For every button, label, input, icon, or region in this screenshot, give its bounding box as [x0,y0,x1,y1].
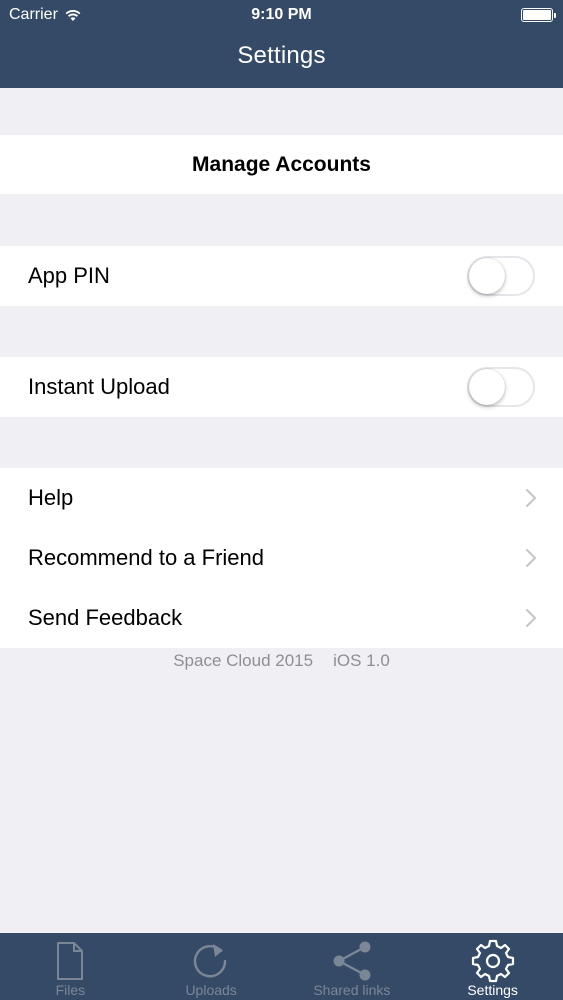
menu-item-label: Help [28,485,74,510]
battery-level [523,10,551,20]
tab-uploads[interactable]: Uploads [141,933,282,1000]
refresh-icon [191,939,231,983]
menu-item-recommend[interactable]: Recommend to a Friend [0,528,563,588]
chevron-right-icon [525,608,537,634]
menu-item-label: Recommend to a Friend [28,545,264,570]
tab-shared-links[interactable]: Shared links [282,933,423,1000]
app-pin-toggle[interactable] [467,256,535,296]
support-menu: Help Recommend to a Friend Send Feedback [0,468,563,648]
page-title: Settings [237,42,326,69]
manage-accounts-button[interactable]: Manage Accounts [0,135,563,194]
app-version: iOS 1.0 [333,651,390,670]
app-pin-label: App PIN [28,263,110,288]
tab-label: Shared links [313,982,391,998]
share-icon [330,939,374,983]
instant-upload-label: Instant Upload [28,374,170,399]
file-icon [55,939,85,983]
instant-upload-toggle[interactable] [467,367,535,407]
app-pin-row: App PIN [0,246,563,306]
status-bar: Carrier 9:10 PM [0,0,563,30]
menu-item-label: Send Feedback [28,605,183,630]
instant-upload-row: Instant Upload [0,357,563,417]
tab-label: Files [55,982,86,998]
toggle-knob [469,369,505,405]
app-copyright: Space Cloud 2015 [173,651,314,670]
menu-item-help[interactable]: Help [0,468,563,528]
gear-icon [471,939,515,983]
tab-label: Uploads [185,982,237,998]
menu-item-feedback[interactable]: Send Feedback [0,588,563,648]
battery-icon [521,8,556,22]
chevron-right-icon [525,488,537,514]
tab-bar: Files Uploads Shared links Settings [0,933,563,1000]
navigation-header: Carrier 9:10 PM Settings [0,0,563,88]
tab-label: Settings [467,982,518,998]
toggle-knob [469,258,505,294]
chevron-right-icon [525,548,537,574]
tab-files[interactable]: Files [0,933,141,1000]
manage-accounts-label: Manage Accounts [192,152,371,176]
status-time: 9:10 PM [251,6,312,23]
version-footer: Space Cloud 2015 iOS 1.0 [0,651,563,671]
tab-settings[interactable]: Settings [422,933,563,1000]
